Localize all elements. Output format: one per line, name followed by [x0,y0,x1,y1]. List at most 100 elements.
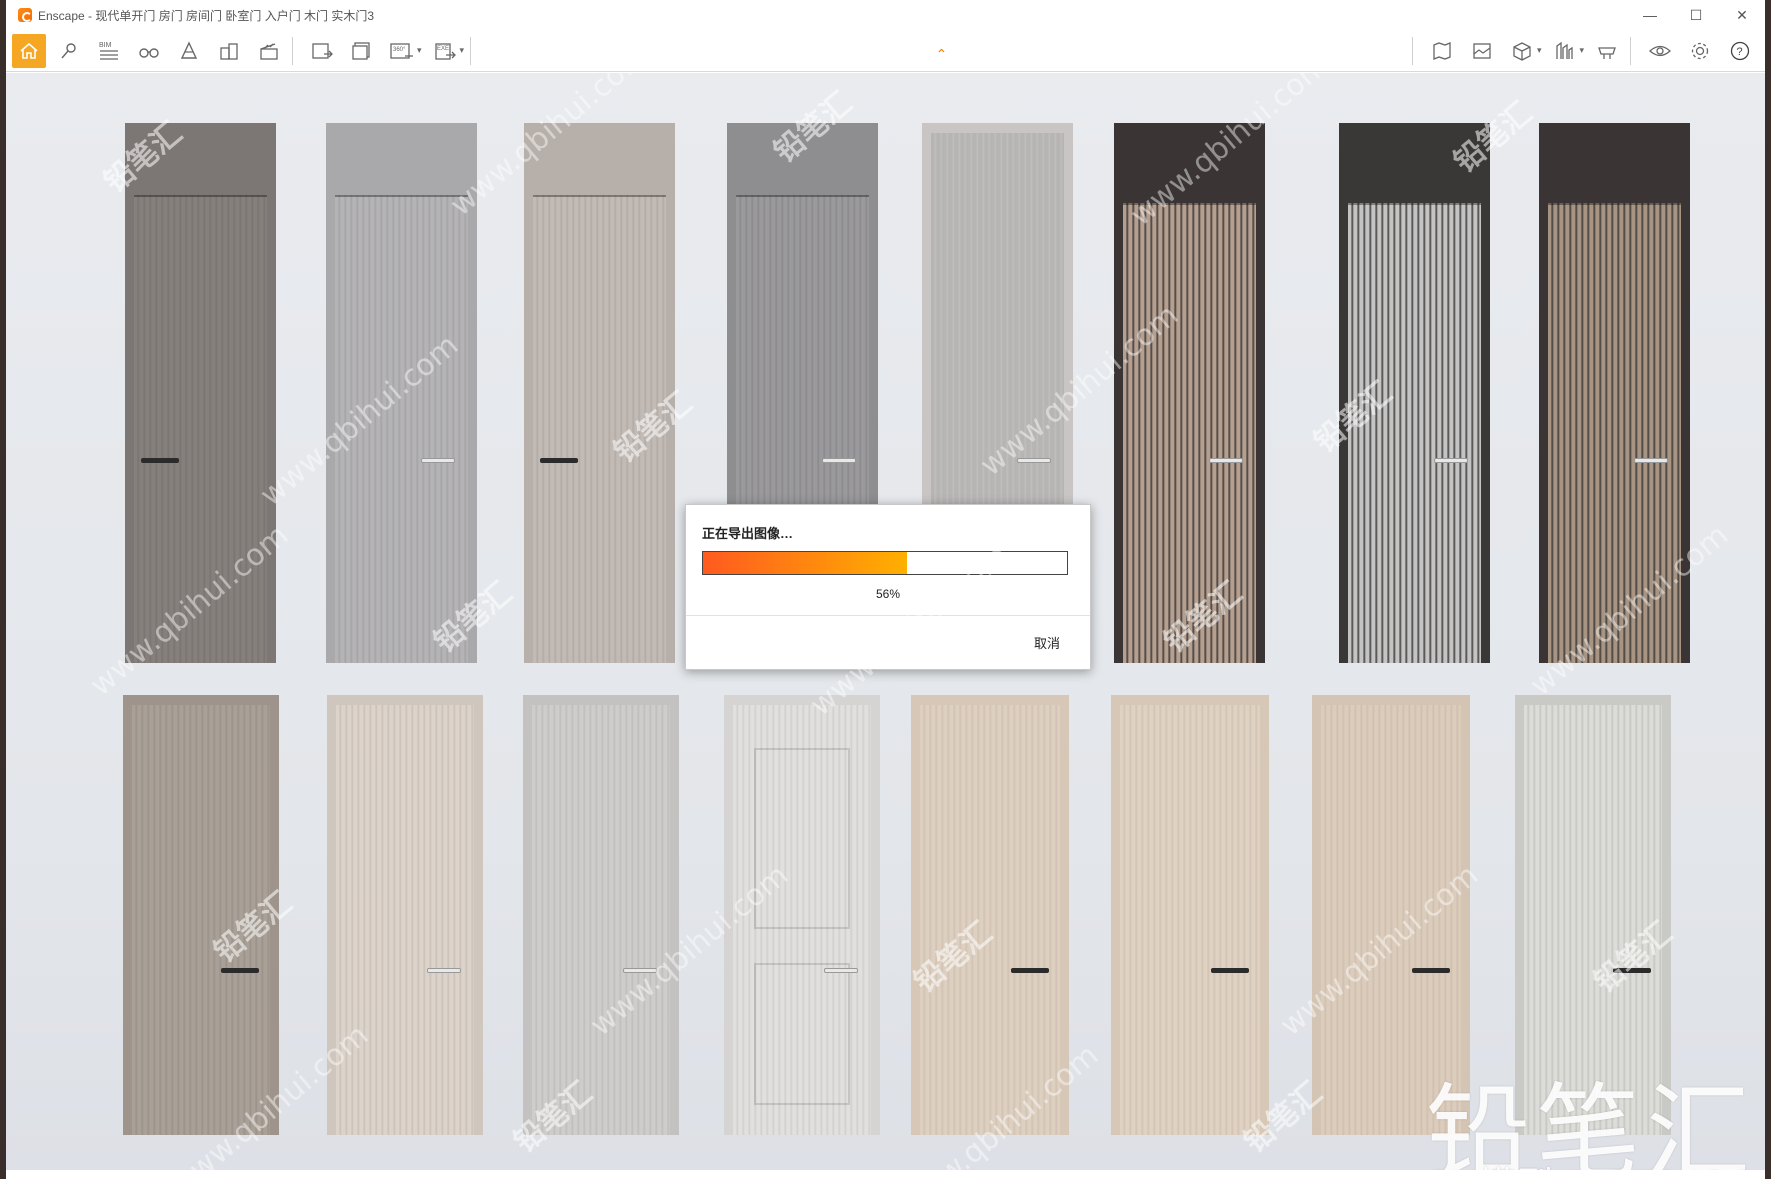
material-editor-button[interactable] [1590,34,1624,68]
door-leaf [134,195,267,663]
door-bar-handle [421,458,455,463]
door-lever-handle [1613,968,1651,973]
asset-library-button[interactable] [1547,34,1581,68]
bim-icon: BIM [99,42,118,60]
panorama-360-icon: 360° [390,42,413,59]
door-bar-handle [427,968,461,973]
door-model-bottom-3 [523,695,679,1135]
main-toolbar: BIM 360° ▾ EXE ▾ ⌃ ▾ ▾ ? [6,30,1765,72]
export-progress-bar [702,551,1068,575]
asset-dropdown-chevron-down-icon[interactable]: ▾ [1579,45,1584,56]
cube-icon [1513,41,1531,61]
door-leaf [920,705,1060,1135]
exe-export-icon: EXE [434,42,456,60]
progress-percent-text: 56% [875,587,901,601]
progress-fill [703,552,907,574]
eye-icon [1649,45,1671,56]
gallery-icon [1473,42,1491,59]
help-icon: ? [1730,41,1750,60]
video-editor-button[interactable] [252,34,286,68]
door-model-bottom-6 [1111,695,1269,1135]
toolbar-spacer: ⌃ [477,30,1406,71]
help-button[interactable]: ? [1723,34,1757,68]
door-panel [753,963,851,1105]
views-button[interactable] [52,34,86,68]
cone-button[interactable] [172,34,206,68]
svg-text:EXE: EXE [437,46,449,52]
maximize-button[interactable]: ☐ [1673,0,1719,30]
door-leaf [335,195,468,663]
door-leaf [1548,203,1681,663]
batch-export-button[interactable] [345,34,379,68]
door-bar-handle [1017,458,1051,463]
door-model-top-8 [1539,123,1690,663]
asset-library-icon [1556,41,1574,59]
exe-dropdown-chevron-down-icon[interactable]: ▾ [460,45,465,56]
toolbar-separator [1411,36,1413,65]
dialog-divider [686,615,1090,616]
title-bar: Enscape - 现代单开门 房门 房间门 卧室门 入户门 木门 实木门3 —… [6,0,1765,30]
dialog-title: 正在导出图像… [702,526,794,541]
door-model-top-3 [524,123,675,663]
map-icon [1433,41,1451,60]
door-bar-handle [822,458,856,463]
clapper-icon [260,42,278,60]
model-id-watermark: SU模型ID:378436 [1426,1155,1752,1170]
door-bar-handle [1634,458,1668,463]
settings-icon [1691,42,1709,59]
door-bar-handle [1434,458,1468,463]
door-lever-handle [1011,968,1049,973]
door-model-bottom-5 [911,695,1069,1135]
gallery-button[interactable] [1465,34,1499,68]
panorama-dropdown-chevron-down-icon[interactable]: ▾ [417,45,422,56]
door-leaf [336,705,474,1135]
settings-button[interactable] [1683,34,1717,68]
door-leaf [1120,705,1260,1135]
window-controls: — ☐ ✕ [1627,0,1765,30]
door-lever-handle [141,458,179,463]
door-model-bottom-1 [123,695,279,1135]
door-bar-handle [623,968,657,973]
close-button[interactable]: ✕ [1719,0,1765,30]
door-leaf [132,705,270,1135]
svg-text:BIM: BIM [99,42,112,49]
svg-text:360°: 360° [393,47,406,53]
minimize-button[interactable]: — [1627,0,1673,30]
bim-button[interactable]: BIM [92,34,126,68]
cancel-button[interactable]: 取消 [1034,633,1060,652]
brand-watermark: 铅笔汇 [1426,1072,1757,1170]
door-lever-handle [1211,968,1249,973]
home-icon [20,42,38,59]
object-button[interactable] [1505,34,1539,68]
enscape-window: Enscape - 现代单开门 房门 房间门 卧室门 入户门 木门 实木门3 —… [6,0,1765,1179]
door-leaf [1123,203,1256,663]
toolbar-separator [292,36,293,65]
door-model-top-2 [326,123,477,663]
binoculars-icon [139,47,159,58]
door-leaf [533,195,666,663]
door-leaf [733,705,871,1135]
door-model-bottom-4 [724,695,880,1135]
door-model-top-6 [1114,123,1265,663]
object-dropdown-chevron-down-icon[interactable]: ▾ [1537,45,1542,56]
screenshot-export-icon [312,42,333,59]
door-bar-handle [1209,458,1243,463]
screenshot-export-button[interactable] [305,34,339,68]
collapse-toolbar-chevron-up-icon[interactable]: ⌃ [936,46,948,63]
panorama-button[interactable]: 360° [385,34,419,68]
door-lever-handle [1412,968,1450,973]
exe-export-button[interactable]: EXE [428,34,462,68]
door-model-top-7 [1339,123,1490,663]
export-progress-dialog: 正在导出图像… 56% 取消 [685,504,1091,670]
door-leaf [1348,203,1481,663]
visual-settings-button[interactable] [1643,34,1677,68]
home-button[interactable] [12,33,46,68]
map-button[interactable] [1425,34,1459,68]
door-lever-handle [540,458,578,463]
window-title: Enscape - 现代单开门 房门 房间门 卧室门 入户门 木门 实木门3 [38,8,375,23]
render-viewport[interactable]: 正在导出图像… 56% 取消 铅笔汇 SU模型ID:378436 铅笔汇www.… [6,73,1765,1170]
door-bar-handle [824,968,858,973]
enscape-logo-icon [18,8,32,22]
buildings-button[interactable] [212,34,246,68]
binoculars-button[interactable] [132,34,166,68]
